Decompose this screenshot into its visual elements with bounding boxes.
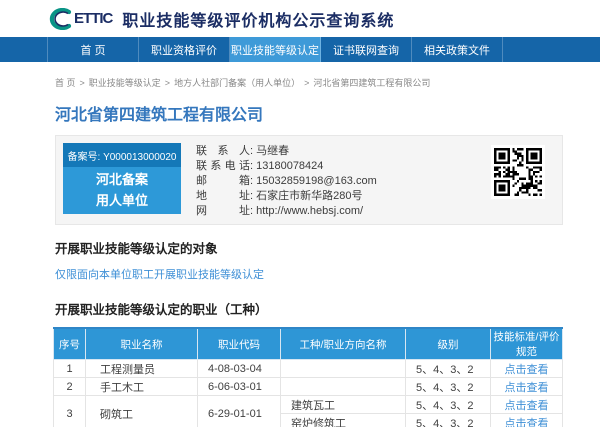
cell-levels: 5、4、3、2 [406,378,491,396]
table-column-header: 序号 [54,328,86,360]
breadcrumb-separator: > [165,78,170,88]
contact-label: 联系电话 [196,159,250,174]
cettic-logo: ETTIC [48,8,112,30]
contact-line: 地 址: 石家庄市新华路280号 [196,189,377,204]
target-note-link[interactable]: 仅限面向本单位职工开展职业技能等级认定 [55,266,600,282]
qr-pattern [494,148,542,196]
breadcrumb-link[interactable]: 职业技能等级认定 [89,78,161,88]
table-row: 2手工木工6-06-03-01 5、4、3、2 点击查看 [54,378,563,396]
view-spec-link[interactable]: 点击查看 [505,364,549,376]
contact-value: : 石家庄市新华路280号 [250,190,362,202]
breadcrumb-current: 河北省第四建筑工程有限公司 [313,78,430,88]
contact-label: 邮 箱 [196,174,250,189]
table-column-header: 职业代码 [198,328,281,360]
table-column-header: 工种/职业方向名称 [281,328,406,360]
record-badge-body: 河北备案 用人单位 [63,167,181,214]
breadcrumb-separator: > [80,78,85,88]
breadcrumb-separator: > [304,78,309,88]
contact-line: 网 址: http://www.hebsj.com/ [196,204,377,219]
cell-trade-name [281,360,406,378]
contact-value: : 15032859198@163.com [250,175,377,187]
nav-item-1[interactable]: 职业资格评价 [139,37,230,62]
cell-spec: 点击查看 [491,396,563,414]
contact-value: : 13180078424 [250,160,323,172]
cell-levels: 5、4、3、2 [406,414,491,427]
site-title: 职业技能等级评价机构公示查询系统 [122,7,394,31]
cell-spec: 点击查看 [491,360,563,378]
view-spec-link[interactable]: 点击查看 [505,400,549,412]
cell-seq: 3 [54,396,86,427]
contact-value: : 马继春 [250,145,289,157]
view-spec-link[interactable]: 点击查看 [505,418,549,427]
nav-item-0[interactable]: 首 页 [48,37,139,62]
cell-seq: 2 [54,378,86,396]
record-number: 备案号: Y000013000020 [63,143,181,167]
main-nav: 首 页职业资格评价职业技能等级认定证书联网查询相关政策文件 [0,37,600,62]
cell-spec: 点击查看 [491,378,563,396]
logo-text: ETTIC [74,10,112,27]
table-column-header: 级别 [406,328,491,360]
table-column-header: 职业名称 [86,328,198,360]
contact-label: 网 址 [196,204,250,219]
cell-occupation-name: 砌筑工 [86,396,198,427]
table-column-header: 技能标准/评价规范 [491,328,563,360]
cell-occupation-name: 工程测量员 [86,360,198,378]
nav-spacer [0,37,48,62]
qr-code [491,145,545,199]
contact-line: 联系电话: 13180078424 [196,159,377,174]
badge-type: 用人单位 [96,191,148,211]
nav-items: 首 页职业资格评价职业技能等级认定证书联网查询相关政策文件 [48,37,503,62]
contact-info: 联 系 人: 马继春联系电话: 13180078424邮 箱: 15032859… [196,144,377,219]
badge-region: 河北备案 [96,170,148,190]
cell-trade-name [281,378,406,396]
site-header: ETTIC 职业技能等级评价机构公示查询系统 [0,0,600,37]
table-row: 1工程测量员4-08-03-04 5、4、3、2 点击查看 [54,360,563,378]
occupations-table: 序号职业名称职业代码工种/职业方向名称级别技能标准/评价规范 1工程测量员4-0… [53,327,563,427]
cell-levels: 5、4、3、2 [406,360,491,378]
contact-line: 联 系 人: 马继春 [196,144,377,159]
cell-occupation-code: 6-29-01-01 [198,396,281,427]
cell-spec: 点击查看 [491,414,563,427]
target-section-heading: 开展职业技能等级认定的对象 [55,238,600,257]
nav-item-2[interactable]: 职业技能等级认定 [230,37,321,62]
cell-levels: 5、4、3、2 [406,396,491,414]
record-badge: 备案号: Y000013000020 河北备案 用人单位 [63,143,181,214]
table-row: 3砌筑工6-29-01-01建筑瓦工5、4、3、2点击查看 [54,396,563,414]
contact-label: 地 址 [196,189,250,204]
breadcrumb-link[interactable]: 地方人社部门备案（用人单位） [174,78,300,88]
contact-line: 邮 箱: 15032859198@163.com [196,174,377,189]
cell-seq: 1 [54,360,86,378]
nav-item-3[interactable]: 证书联网查询 [321,37,412,62]
page-title: 河北省第四建筑工程有限公司 [55,101,600,125]
cell-occupation-code: 4-08-03-04 [198,360,281,378]
cell-occupation-name: 手工木工 [86,378,198,396]
breadcrumb-link[interactable]: 首 页 [55,78,76,88]
cell-trade-name: 建筑瓦工 [281,396,406,414]
cell-occupation-code: 6-06-03-01 [198,378,281,396]
logo-swoosh-icon [48,8,72,30]
breadcrumb: 首 页 > 职业技能等级认定 > 地方人社部门备案（用人单位） > 河北省第四建筑工程有限公… [55,76,600,89]
occupations-section-heading: 开展职业技能等级认定的职业（工种） [55,299,600,318]
contact-value: : http://www.hebsj.com/ [250,205,363,217]
org-info-card: 备案号: Y000013000020 河北备案 用人单位 联 系 人: 马继春联… [55,135,563,225]
cell-trade-name: 窑炉修筑工 [281,414,406,427]
view-spec-link[interactable]: 点击查看 [505,382,549,394]
contact-label: 联 系 人 [196,144,250,159]
table-header-row: 序号职业名称职业代码工种/职业方向名称级别技能标准/评价规范 [54,328,563,360]
nav-fill [503,37,600,62]
nav-item-4[interactable]: 相关政策文件 [412,37,503,62]
